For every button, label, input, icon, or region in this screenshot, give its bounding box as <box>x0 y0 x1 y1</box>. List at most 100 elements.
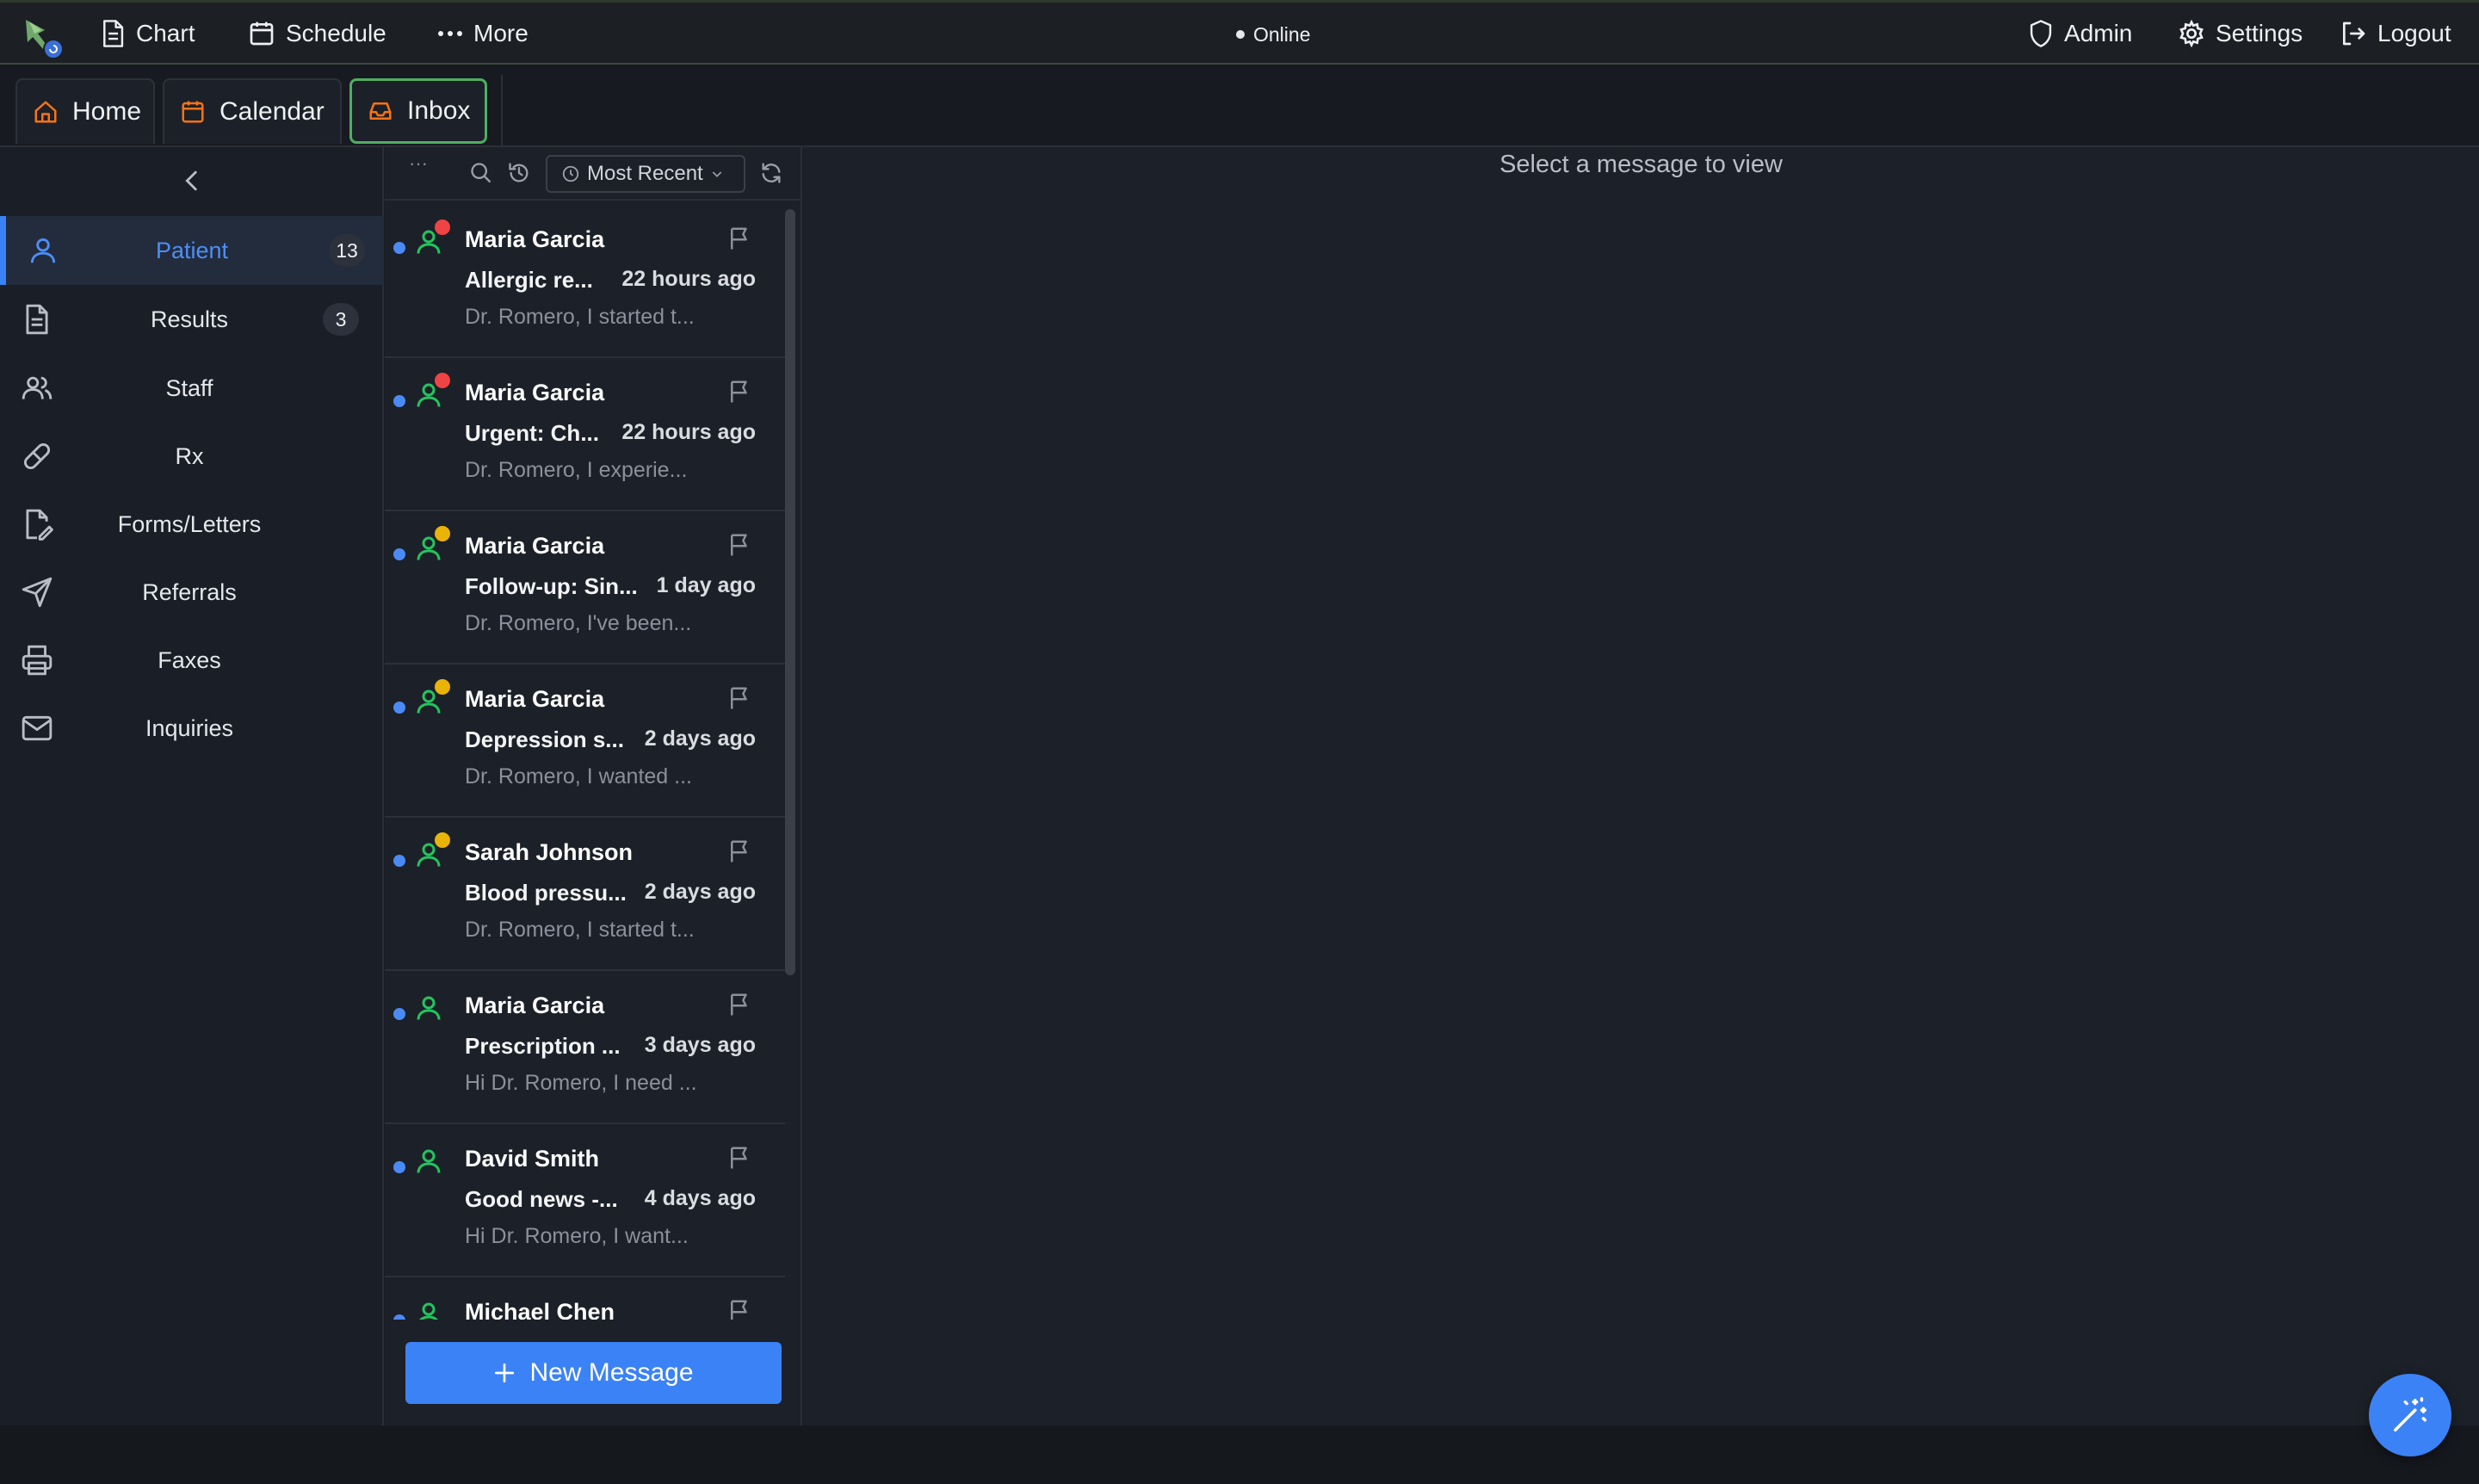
flag-icon[interactable] <box>726 838 754 866</box>
more-options-icon[interactable]: ··· <box>409 152 435 178</box>
new-message-label: New Message <box>529 1358 694 1387</box>
schedule-nav-button[interactable]: Schedule <box>248 15 386 53</box>
admin-nav-button[interactable]: Admin <box>2028 15 2132 53</box>
tab-home[interactable]: Home <box>15 78 155 144</box>
message-list-item[interactable]: Maria Garcia Depression s... 2 days ago Dr.… <box>385 665 785 818</box>
count-badge: 13 <box>329 234 365 267</box>
message-preview: Hi Dr. Romero, I need ... <box>465 1071 697 1095</box>
message-timestamp: 2 days ago <box>644 880 756 904</box>
message-list-scrollbar[interactable] <box>785 209 795 975</box>
message-subject: Good news -... <box>465 1186 618 1212</box>
sidebar-item-label: Forms/Letters <box>117 510 262 537</box>
message-list-pane: ··· Most Recent Maria Garcia Allergic re… <box>385 147 802 1425</box>
message-timestamp: 1 day ago <box>656 573 756 597</box>
admin-nav-label: Admin <box>2064 20 2133 46</box>
message-timestamp: 22 hours ago <box>621 267 756 291</box>
tab-calendar-label: Calendar <box>219 97 325 126</box>
flag-icon[interactable] <box>726 992 754 1019</box>
tab-divider <box>501 75 503 145</box>
logout-nav-label: Logout <box>2377 20 2451 46</box>
sidebar-item-referrals[interactable]: Referrals <box>0 558 384 627</box>
search-icon[interactable] <box>469 161 495 187</box>
flag-icon[interactable] <box>726 226 754 253</box>
unread-dot-icon <box>393 242 405 254</box>
message-sender: Maria Garcia <box>465 533 605 559</box>
sidebar-item-inquiries[interactable]: Inquiries <box>0 694 384 763</box>
message-timestamp: 2 days ago <box>644 727 756 751</box>
flag-icon[interactable] <box>726 532 754 560</box>
message-sender: Maria Garcia <box>465 226 605 252</box>
flag-icon[interactable] <box>726 1145 754 1172</box>
sidebar-item-patient[interactable]: Patient 13 <box>0 216 384 285</box>
message-sender: Maria Garcia <box>465 380 605 405</box>
sidebar-item-label: Inquiries <box>145 714 234 741</box>
sidebar-item-results[interactable]: Results 3 <box>0 285 384 354</box>
patient-person-icon <box>413 1299 444 1320</box>
priority-indicator-icon <box>435 832 450 848</box>
calendar-icon <box>180 99 206 125</box>
new-message-button[interactable]: New Message <box>405 1342 782 1404</box>
bottom-status-bar <box>0 1425 2479 1484</box>
chart-nav-button[interactable]: Chart <box>100 15 195 53</box>
message-sender: Sarah Johnson <box>465 839 634 865</box>
unread-dot-icon <box>393 1314 405 1320</box>
message-list-item[interactable]: Michael Chen <box>385 1277 785 1320</box>
connection-status: Online <box>1236 20 1310 49</box>
settings-nav-button[interactable]: Settings <box>2178 15 2303 53</box>
unread-dot-icon <box>393 702 405 714</box>
flag-icon[interactable] <box>726 1298 754 1320</box>
message-list-item[interactable]: Sarah Johnson Blood pressu... 2 days ago Dr… <box>385 818 785 971</box>
message-list-item[interactable]: David Smith Good news -... 4 days ago Hi Dr… <box>385 1124 785 1277</box>
logout-icon <box>2340 20 2367 47</box>
more-nav-label: More <box>473 20 529 46</box>
collapse-sidebar-button[interactable] <box>177 166 207 195</box>
magic-wand-icon <box>2390 1395 2430 1435</box>
message-subject: Depression s... <box>465 727 624 752</box>
refresh-icon[interactable] <box>759 161 785 187</box>
sort-dropdown[interactable]: Most Recent <box>546 155 745 193</box>
top-navigation-bar: Chart Schedule More Online Admin Setting… <box>0 0 2479 65</box>
more-nav-button[interactable]: More <box>437 15 529 53</box>
message-subject: Allergic re... <box>465 267 593 293</box>
flag-icon[interactable] <box>726 379 754 406</box>
sort-label: Most Recent <box>587 162 703 185</box>
ai-assistant-button[interactable] <box>2369 1374 2451 1456</box>
sidebar-item-label: Faxes <box>158 646 221 673</box>
sidebar-item-label: Patient <box>155 237 229 263</box>
message-list-item[interactable]: Maria Garcia Prescription ... 3 days ago Hi… <box>385 971 785 1124</box>
tab-home-label: Home <box>72 97 142 126</box>
inbox-category-sidebar: Patient 13 Results 3 Staff Rx Forms/Lett… <box>0 147 384 1425</box>
sidebar-item-forms-letters[interactable]: Forms/Letters <box>0 490 384 559</box>
priority-indicator-icon <box>435 526 450 541</box>
message-subject: Follow-up: Sin... <box>465 573 638 599</box>
message-preview: Hi Dr. Romero, I want... <box>465 1224 689 1248</box>
settings-nav-label: Settings <box>2216 20 2303 46</box>
message-list-item[interactable]: Maria Garcia Urgent: Ch... 22 hours ago Dr.… <box>385 358 785 511</box>
tab-calendar[interactable]: Calendar <box>163 78 342 144</box>
document-icon <box>100 19 126 48</box>
sidebar-item-faxes[interactable]: Faxes <box>0 626 384 695</box>
unread-dot-icon <box>393 395 405 407</box>
schedule-nav-label: Schedule <box>286 20 386 46</box>
sidebar-item-staff[interactable]: Staff <box>0 354 384 423</box>
tab-inbox-label: Inbox <box>407 96 471 125</box>
sidebar-item-rx[interactable]: Rx <box>0 422 384 491</box>
workspace-tab-strip: Home Calendar Inbox <box>0 65 2479 147</box>
message-viewer-pane: Select a message to view <box>803 147 2479 1425</box>
shield-icon <box>2028 19 2054 48</box>
message-list-item[interactable]: Maria Garcia Follow-up: Sin... 1 day ago Dr… <box>385 511 785 665</box>
gear-icon <box>2178 20 2205 47</box>
unread-dot-icon <box>393 855 405 867</box>
flag-icon[interactable] <box>726 685 754 713</box>
history-icon[interactable] <box>507 161 533 187</box>
more-dots-icon <box>437 29 463 38</box>
tab-inbox[interactable]: Inbox <box>349 78 487 144</box>
message-preview: Dr. Romero, I started t... <box>465 918 695 942</box>
message-subject: Prescription ... <box>465 1033 621 1059</box>
sidebar-item-label: Staff <box>165 374 213 401</box>
plus-icon <box>493 1362 516 1384</box>
message-list-item[interactable]: Maria Garcia Allergic re... 22 hours ago Dr… <box>385 205 785 358</box>
unread-dot-icon <box>393 1161 405 1173</box>
logout-nav-button[interactable]: Logout <box>2340 15 2451 53</box>
app-logo-icon[interactable] <box>19 13 67 61</box>
